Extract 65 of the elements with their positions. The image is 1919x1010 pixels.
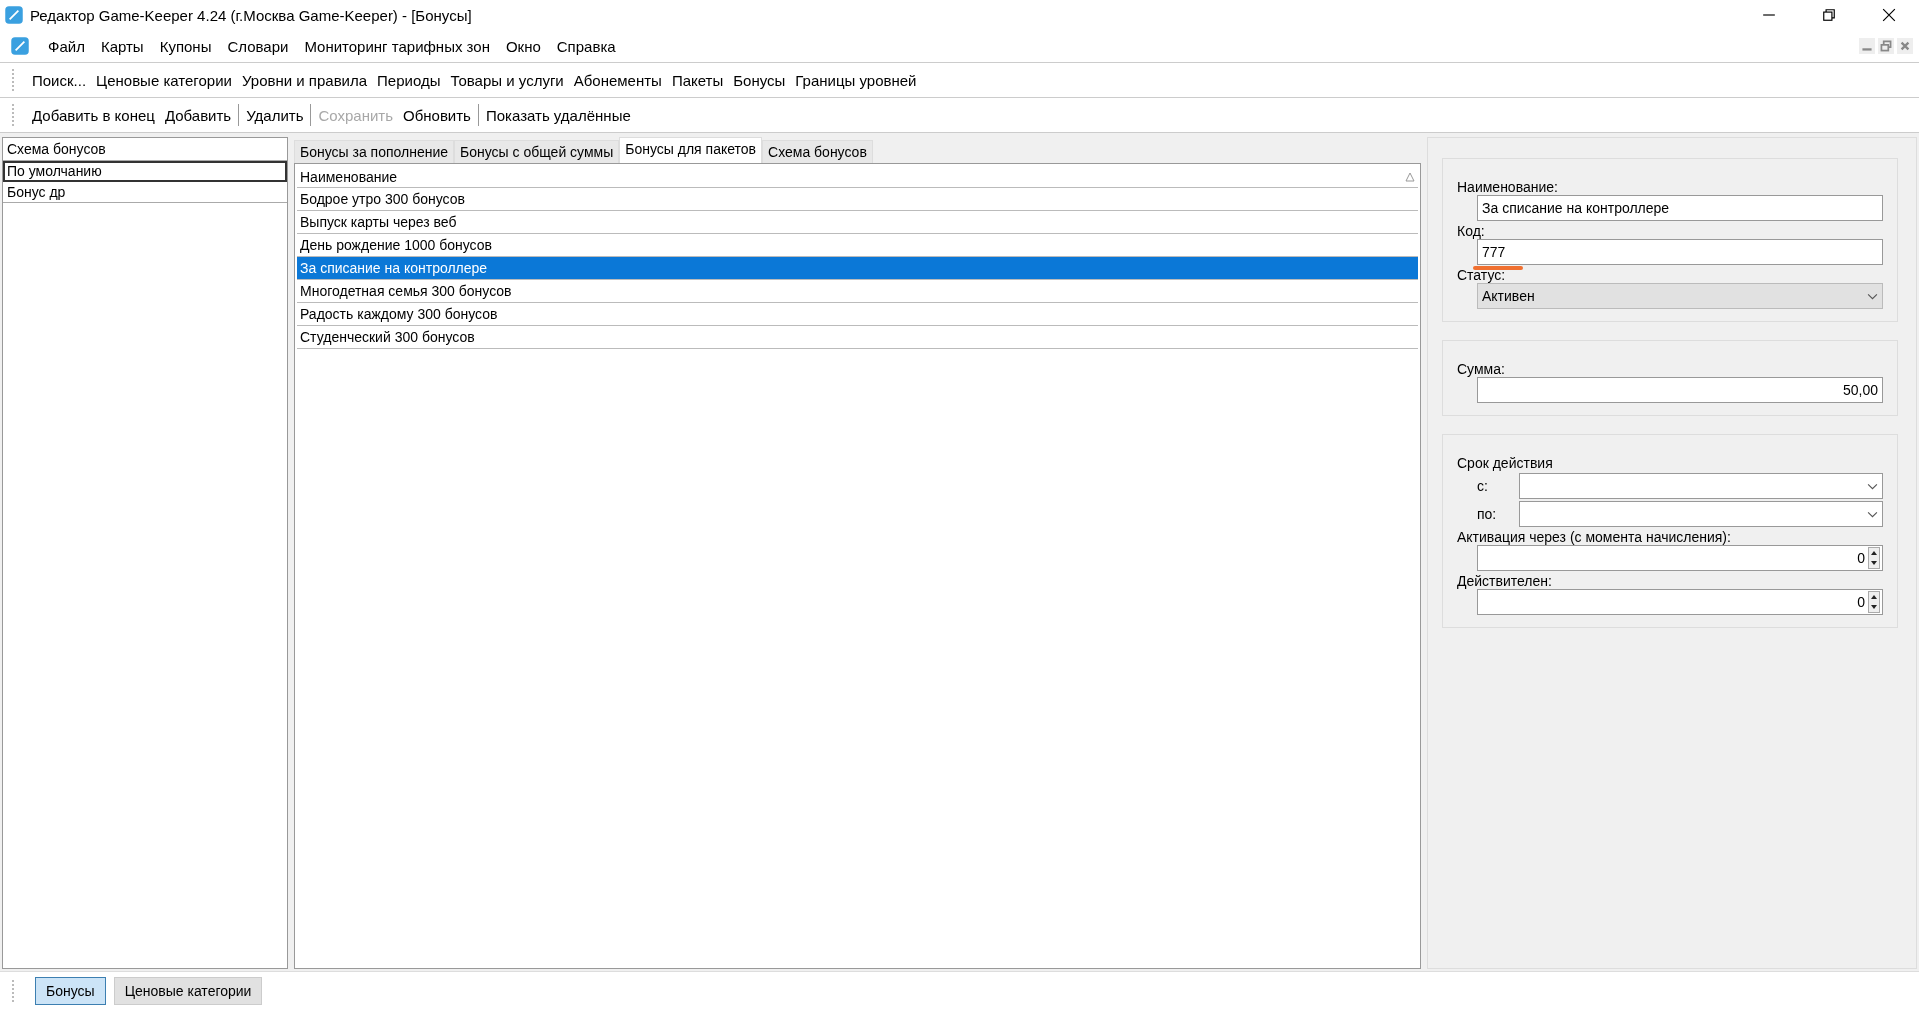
tab[interactable]: Бонусы за пополнение — [294, 140, 455, 163]
number-spinner[interactable]: 0 — [1477, 545, 1883, 571]
tab[interactable]: Схема бонусов — [762, 140, 873, 163]
toolbar-button[interactable]: Обновить — [398, 103, 476, 127]
code-field[interactable]: 777 — [1477, 239, 1883, 265]
close-icon[interactable] — [1897, 38, 1913, 54]
sum-field[interactable]: 50,00 — [1477, 377, 1883, 403]
toolbar-button[interactable]: Бонусы — [728, 68, 791, 92]
group-title: Срок действия — [1457, 455, 1554, 471]
sort-icon — [1405, 172, 1415, 182]
spin-arrows-icon — [1868, 547, 1880, 569]
menu-item[interactable]: Купоны — [151, 33, 220, 59]
menu-item[interactable]: Мониторинг тарифных зон — [296, 33, 498, 59]
field-label: Активация через (с момента начисления): — [1457, 529, 1732, 545]
menu-item[interactable]: Справка — [548, 33, 624, 59]
field-label: Действителен: — [1457, 573, 1553, 589]
window-title: Редактор Game-Keeper 4.24 (г.Москва Game-Keeper) - [Бонусы] — [30, 6, 472, 24]
field-label: по: — [1477, 506, 1498, 522]
list-header: Схема бонусов — [3, 138, 287, 161]
toolbar-button[interactable]: Товары и услуги — [445, 68, 569, 92]
table-row[interactable]: За списание на контроллере — [297, 256, 1418, 280]
menu-item[interactable]: Окно — [497, 33, 549, 59]
toolbar-button[interactable]: Пакеты — [666, 68, 729, 92]
name-field[interactable]: За списание на контроллере — [1477, 195, 1883, 221]
table-row[interactable]: Студенческий 300 бонусов — [297, 325, 1418, 349]
spin-arrows-icon — [1868, 591, 1880, 613]
chevron-down-icon — [1867, 292, 1878, 300]
tab[interactable]: Бонусы для пакетов — [619, 137, 763, 163]
toolbar-button[interactable]: Уровни и правила — [236, 68, 373, 92]
tab[interactable]: Бонусы с общей суммы — [454, 140, 620, 163]
chevron-down-icon — [1867, 510, 1878, 518]
list-item[interactable]: Бонус др — [3, 182, 287, 203]
status-dropdown[interactable]: Активен — [1477, 283, 1883, 309]
list-item[interactable]: По умолчанию — [3, 161, 287, 182]
toolbar-button[interactable]: Абонементы — [568, 68, 667, 92]
table-row[interactable]: Бодрое утро 300 бонусов — [297, 187, 1418, 211]
number-spinner[interactable]: 0 — [1477, 589, 1883, 615]
minimize-icon[interactable] — [1859, 38, 1875, 54]
field-label: Код: — [1457, 223, 1486, 239]
table-row[interactable]: Многодетная семья 300 бонусов — [297, 279, 1418, 303]
field-label: Статус: — [1457, 267, 1507, 283]
toolbar-button[interactable]: Показать удалённые — [480, 103, 636, 127]
toolbar-button[interactable]: Границы уровней — [790, 68, 922, 92]
field-label: Наименование: — [1457, 179, 1559, 195]
field-label: с: — [1477, 478, 1489, 494]
field-label: Сумма: — [1457, 361, 1506, 377]
date-picker[interactable] — [1519, 473, 1883, 499]
toolbar-button[interactable]: Добавить — [159, 103, 237, 127]
column-header[interactable]: Наименование — [297, 166, 1418, 188]
app-icon — [10, 36, 30, 56]
toolbar-button[interactable]: Добавить в конец — [27, 103, 160, 127]
menu-item[interactable]: Словари — [219, 33, 297, 59]
chevron-down-icon — [1867, 482, 1878, 490]
table-row[interactable]: Радость каждому 300 бонусов — [297, 302, 1418, 326]
toolbar-button[interactable]: Ценовые категории — [91, 68, 237, 92]
window-tab[interactable]: Бонусы — [35, 977, 106, 1005]
date-picker[interactable] — [1519, 501, 1883, 527]
toolbar-button[interactable]: Периоды — [372, 68, 446, 92]
toolbar-button[interactable]: Поиск... — [27, 68, 92, 92]
app-icon — [4, 5, 24, 25]
toolbar-button[interactable]: Удалить — [241, 103, 309, 127]
menu-item[interactable]: Файл — [40, 33, 93, 59]
menu-item[interactable]: Карты — [92, 33, 152, 59]
window-tab[interactable]: Ценовые категории — [113, 977, 263, 1005]
table-row[interactable]: Выпуск карты через веб — [297, 210, 1418, 234]
